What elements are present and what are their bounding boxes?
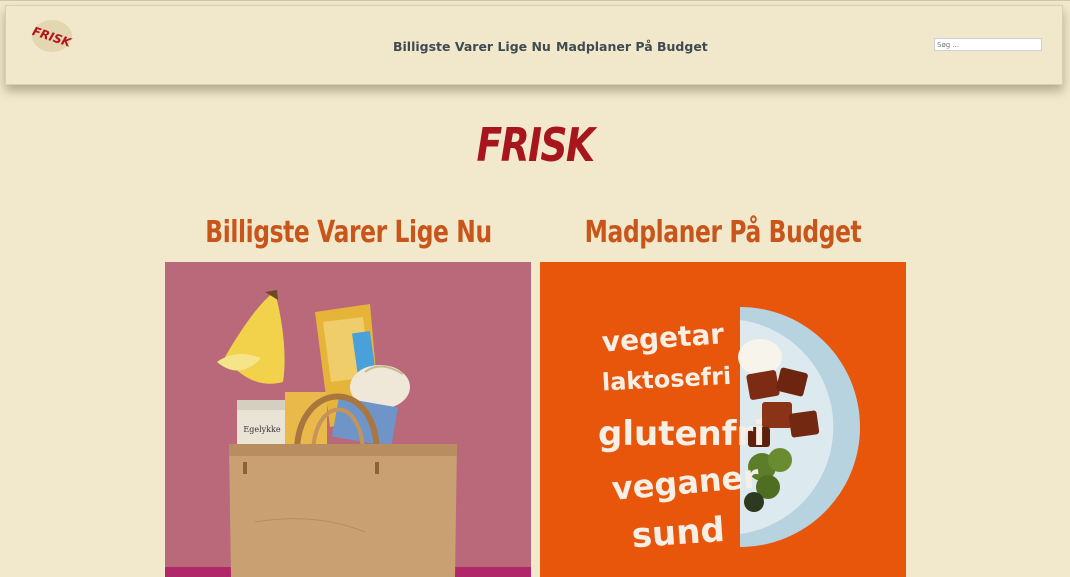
search-input[interactable] [934, 38, 1042, 51]
svg-text:sund: sund [630, 510, 726, 556]
nav-link-madplaner[interactable]: Madplaner På Budget [556, 39, 708, 54]
nav-link-billigste-varer[interactable]: Billigste Varer Lige Nu [393, 39, 551, 54]
svg-text:veganer: veganer [610, 457, 760, 508]
page-title: FRISK [476, 118, 595, 172]
card-title-billigste-varer[interactable]: Billigste Varer Lige Nu [205, 215, 492, 250]
site-header: FRISK Billigste Varer Lige Nu Madplaner … [5, 5, 1063, 85]
svg-text:laktosefri: laktosefri [601, 362, 732, 397]
grocery-bag-image[interactable]: Egelykke [165, 262, 531, 577]
page-frame [0, 0, 1070, 577]
svg-text:vegetar: vegetar [601, 317, 726, 358]
svg-text:glutenfri: glutenfri [598, 414, 765, 454]
site-logo[interactable]: FRISK [30, 18, 74, 54]
paper-bag-shape [229, 444, 457, 577]
meal-plan-image[interactable]: vegetar laktosefri glutenfri veganer sun… [540, 262, 906, 577]
card-title-madplaner[interactable]: Madplaner På Budget [580, 215, 865, 250]
svg-text:Egelykke: Egelykke [243, 425, 280, 434]
